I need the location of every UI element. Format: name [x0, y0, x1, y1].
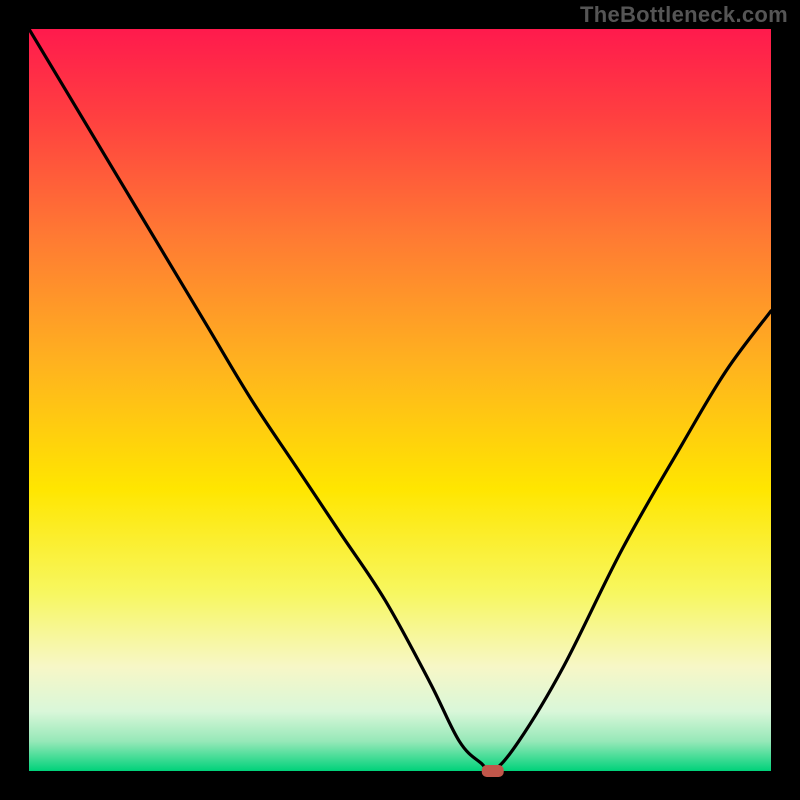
chart-container: TheBottleneck.com [0, 0, 800, 800]
bottleneck-chart [0, 0, 800, 800]
plot-background [29, 29, 771, 771]
optimal-point-marker [482, 765, 504, 777]
attribution-text: TheBottleneck.com [580, 2, 788, 28]
